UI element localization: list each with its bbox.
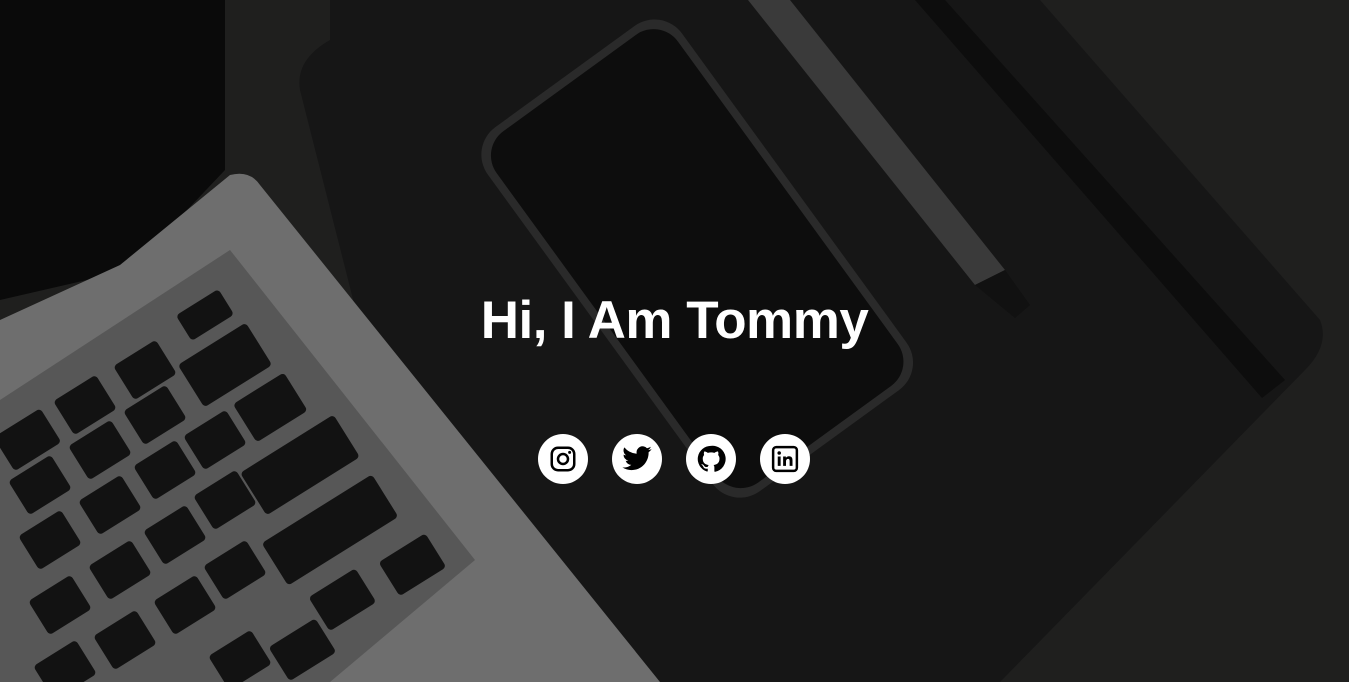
linkedin-link[interactable]	[760, 434, 810, 484]
twitter-icon	[622, 446, 652, 471]
github-icon	[697, 445, 726, 472]
instagram-link[interactable]	[538, 434, 588, 484]
hero-section: Hi, I Am Tommy	[0, 0, 1349, 682]
social-links	[538, 434, 812, 484]
twitter-link[interactable]	[612, 434, 662, 484]
linkedin-icon	[771, 445, 799, 473]
page-title: Hi, I Am Tommy	[480, 291, 869, 350]
instagram-icon	[550, 446, 576, 472]
github-link[interactable]	[686, 434, 736, 484]
